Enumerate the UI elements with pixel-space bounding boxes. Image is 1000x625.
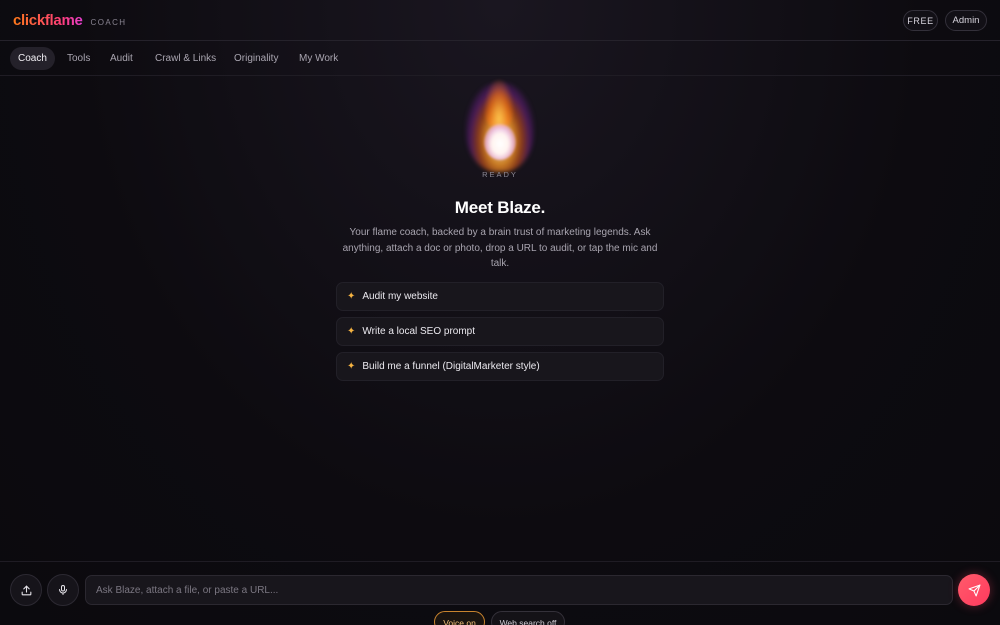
brand[interactable]: clickflame COACH — [13, 12, 126, 29]
tab-my-work[interactable]: My Work — [291, 47, 346, 70]
flame-core — [484, 124, 516, 160]
brand-logo[interactable]: clickflame — [13, 12, 83, 29]
admin-button[interactable]: Admin — [945, 10, 987, 31]
web-search-toggle[interactable]: Web search off — [491, 611, 565, 625]
flame-tongue — [484, 80, 514, 128]
status-label: READY — [482, 170, 518, 179]
suggestion-label: Audit my website — [362, 291, 438, 302]
brand-tag: COACH — [90, 18, 127, 27]
tab-originality[interactable]: Originality — [226, 47, 286, 70]
composer-bar: Voice on Web search off — [0, 561, 1000, 625]
sparkle-icon: ✦ — [347, 291, 356, 302]
suggestion-build-funnel[interactable]: ✦ Build me a funnel (DigitalMarketer sty… — [336, 352, 664, 381]
plan-badge[interactable]: FREE — [903, 10, 938, 31]
top-header: clickflame COACH FREE Admin — [0, 0, 1000, 41]
mic-icon — [59, 585, 67, 595]
suggestion-local-seo-prompt[interactable]: ✦ Write a local SEO prompt — [336, 317, 664, 346]
main-nav: Coach Tools Audit Crawl & Links Original… — [0, 41, 1000, 76]
chat-input[interactable] — [85, 575, 953, 605]
send-button[interactable] — [958, 574, 990, 606]
voice-toggle[interactable]: Voice on — [434, 611, 485, 625]
hero-title: Meet Blaze. — [454, 198, 546, 217]
send-icon — [968, 584, 980, 596]
sparkle-icon: ✦ — [347, 361, 356, 372]
suggestion-audit-website[interactable]: ✦ Audit my website — [336, 282, 664, 311]
tab-audit[interactable]: Audit — [102, 47, 141, 70]
suggestion-label: Write a local SEO prompt — [362, 326, 476, 337]
sparkle-icon: ✦ — [347, 326, 356, 337]
tab-crawl-links[interactable]: Crawl & Links — [147, 47, 224, 70]
upload-button[interactable] — [10, 574, 42, 606]
hero-subtitle: Your flame coach, backed by a brain trus… — [342, 227, 658, 269]
tab-coach[interactable]: Coach — [10, 47, 55, 70]
suggestion-label: Build me a funnel (DigitalMarketer style… — [362, 361, 540, 372]
tab-tools[interactable]: Tools — [59, 47, 98, 70]
blaze-flame-avatar: READY — [462, 80, 538, 180]
upload-icon — [21, 585, 31, 595]
mic-button[interactable] — [47, 574, 79, 606]
